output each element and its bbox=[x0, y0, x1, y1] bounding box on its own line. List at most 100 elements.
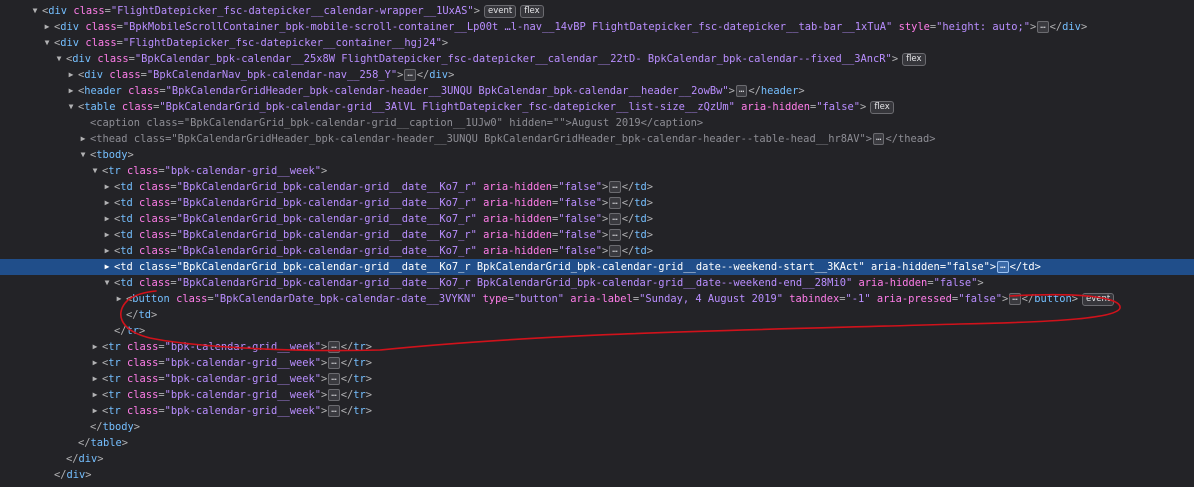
attribute-name[interactable]: class bbox=[109, 69, 140, 81]
collapse-triangle-right-icon[interactable]: ▶ bbox=[114, 291, 124, 307]
attribute-value[interactable]: "false" bbox=[558, 245, 602, 257]
attribute-value[interactable]: "BpkCalendarGrid_bpk-calendar-grid__date… bbox=[177, 261, 865, 273]
flex-badge[interactable]: flex bbox=[902, 52, 926, 66]
attribute-name[interactable]: class bbox=[127, 165, 158, 177]
attribute-value[interactable]: "BpkCalendarGrid_bpk-calendar-grid__date… bbox=[177, 181, 477, 193]
attribute-value[interactable]: "bpk-calendar-grid__week" bbox=[165, 341, 321, 353]
ellipsis-button[interactable]: … bbox=[328, 405, 340, 417]
attribute-value[interactable]: "bpk-calendar-grid__week" bbox=[165, 357, 321, 369]
markup-line[interactable]: ▶ <tr class="bpk-calendar-grid__week">… </… bbox=[0, 403, 1194, 419]
attribute-name[interactable]: aria-hidden bbox=[483, 229, 552, 241]
attribute-name[interactable]: class bbox=[176, 293, 207, 305]
ellipsis-button[interactable]: … bbox=[328, 341, 340, 353]
attribute-name[interactable]: class bbox=[128, 85, 159, 97]
attribute-name[interactable]: aria-hidden bbox=[741, 101, 810, 113]
collapse-triangle-right-icon[interactable]: ▶ bbox=[102, 179, 112, 195]
markup-line[interactable]: ▶ <header class="BpkCalendarGridHeader_bp… bbox=[0, 83, 1194, 99]
markup-line[interactable]: ▶ <thead class="BpkCalendarGridHeader_bpk… bbox=[0, 131, 1194, 147]
attribute-value[interactable]: "BpkCalendarGridHeader_bpk-calendar-head… bbox=[166, 85, 729, 97]
markup-line[interactable]: ▶ <td class="BpkCalendarGrid_bpk-calendar… bbox=[0, 179, 1194, 195]
ellipsis-button[interactable]: … bbox=[328, 373, 340, 385]
attribute-value[interactable]: "false" bbox=[934, 277, 978, 289]
expand-triangle-down-icon[interactable]: ▼ bbox=[90, 163, 100, 179]
collapse-triangle-right-icon[interactable]: ▶ bbox=[102, 227, 112, 243]
attribute-name[interactable]: class bbox=[73, 5, 104, 17]
attribute-value[interactable]: "Sunday, 4 August 2019" bbox=[639, 293, 783, 305]
attribute-name[interactable]: class bbox=[139, 197, 170, 209]
attribute-name[interactable]: style bbox=[899, 21, 930, 33]
attribute-value[interactable]: "FlightDatepicker_fsc-datepicker__calend… bbox=[111, 5, 474, 17]
expand-triangle-down-icon[interactable]: ▼ bbox=[30, 3, 40, 19]
expand-triangle-down-icon[interactable]: ▼ bbox=[102, 275, 112, 291]
attribute-value[interactable]: "BpkCalendarGrid_bpk-calendar-grid__3AlV… bbox=[159, 101, 735, 113]
attribute-name[interactable]: class bbox=[122, 101, 153, 113]
attribute-value[interactable]: "false" bbox=[958, 293, 1002, 305]
markup-line[interactable]: ▶ <td class="BpkCalendarGrid_bpk-calendar… bbox=[0, 211, 1194, 227]
markup-line[interactable]: </td> bbox=[0, 307, 1194, 323]
attribute-value[interactable]: "bpk-calendar-grid__week" bbox=[165, 405, 321, 417]
markup-line[interactable]: ▶ <tr class="bpk-calendar-grid__week">… </… bbox=[0, 387, 1194, 403]
markup-line[interactable]: ▶ <tr class="bpk-calendar-grid__week">… </… bbox=[0, 339, 1194, 355]
attribute-name[interactable]: class bbox=[139, 229, 170, 241]
markup-line[interactable]: </div> bbox=[0, 451, 1194, 467]
attribute-value[interactable]: "BpkCalendarGrid_bpk-calendar-grid__date… bbox=[177, 245, 477, 257]
collapse-triangle-right-icon[interactable]: ▶ bbox=[90, 371, 100, 387]
expand-triangle-down-icon[interactable]: ▼ bbox=[42, 35, 52, 51]
attribute-value[interactable]: "BpkCalendarGrid_bpk-calendar-grid__capt… bbox=[184, 117, 503, 129]
ellipsis-button[interactable]: … bbox=[873, 133, 885, 145]
markup-line[interactable]: ▼ <div class="FlightDatepicker_fsc-datepi… bbox=[0, 35, 1194, 51]
expand-triangle-down-icon[interactable]: ▼ bbox=[54, 51, 64, 67]
attribute-value[interactable]: "BpkCalendarGrid_bpk-calendar-grid__date… bbox=[177, 197, 477, 209]
markup-line[interactable]: ▼ <tr class="bpk-calendar-grid__week"> bbox=[0, 163, 1194, 179]
attribute-name[interactable]: class bbox=[127, 373, 158, 385]
attribute-name[interactable]: aria-hidden bbox=[871, 261, 940, 273]
attribute-name[interactable]: class bbox=[85, 21, 116, 33]
attribute-name[interactable]: aria-hidden bbox=[483, 181, 552, 193]
expand-triangle-down-icon[interactable]: ▼ bbox=[66, 99, 76, 115]
attribute-value[interactable]: "bpk-calendar-grid__week" bbox=[165, 373, 321, 385]
collapse-triangle-right-icon[interactable]: ▶ bbox=[102, 195, 112, 211]
ellipsis-button[interactable]: … bbox=[609, 197, 621, 209]
attribute-name[interactable]: aria-hidden bbox=[483, 213, 552, 225]
ellipsis-button[interactable]: … bbox=[609, 181, 621, 193]
attribute-name[interactable]: aria-hidden bbox=[858, 277, 927, 289]
collapse-triangle-right-icon[interactable]: ▶ bbox=[102, 243, 112, 259]
attribute-name[interactable]: class bbox=[134, 133, 165, 145]
attribute-name[interactable]: class bbox=[139, 277, 170, 289]
ellipsis-button[interactable]: … bbox=[328, 389, 340, 401]
markup-line[interactable]: ▶ <tr class="bpk-calendar-grid__week">… </… bbox=[0, 355, 1194, 371]
markup-line[interactable]: ▼ <table class="BpkCalendarGrid_bpk-calen… bbox=[0, 99, 1194, 115]
attribute-value[interactable]: "false" bbox=[558, 213, 602, 225]
attribute-name[interactable]: class bbox=[85, 37, 116, 49]
expand-triangle-down-icon[interactable]: ▼ bbox=[78, 147, 88, 163]
collapse-triangle-right-icon[interactable]: ▶ bbox=[90, 355, 100, 371]
attribute-value[interactable]: "BpkCalendarDate_bpk-calendar-date__3VYK… bbox=[214, 293, 477, 305]
attribute-name[interactable]: aria-pressed bbox=[877, 293, 952, 305]
ellipsis-button[interactable]: … bbox=[1037, 21, 1049, 33]
collapse-triangle-right-icon[interactable]: ▶ bbox=[42, 19, 52, 35]
attribute-name[interactable]: class bbox=[139, 245, 170, 257]
collapse-triangle-right-icon[interactable]: ▶ bbox=[66, 83, 76, 99]
attribute-name[interactable]: tabindex bbox=[789, 293, 839, 305]
ellipsis-button[interactable]: … bbox=[1009, 293, 1021, 305]
attribute-value[interactable]: "-1" bbox=[846, 293, 871, 305]
attribute-name[interactable]: class bbox=[127, 389, 158, 401]
attribute-value[interactable]: "BpkCalendarGrid_bpk-calendar-grid__date… bbox=[177, 213, 477, 225]
attribute-value[interactable]: "bpk-calendar-grid__week" bbox=[165, 165, 321, 177]
markup-line[interactable]: </tr> bbox=[0, 323, 1194, 339]
attribute-value[interactable]: "false" bbox=[558, 197, 602, 209]
attribute-name[interactable]: class bbox=[97, 53, 128, 65]
collapse-triangle-right-icon[interactable]: ▶ bbox=[90, 403, 100, 419]
collapse-triangle-right-icon[interactable]: ▶ bbox=[78, 131, 88, 147]
markup-line[interactable]: ▶ <td class="BpkCalendarGrid_bpk-calendar… bbox=[0, 195, 1194, 211]
attribute-name[interactable]: class bbox=[127, 341, 158, 353]
attribute-name[interactable]: class bbox=[127, 405, 158, 417]
markup-line[interactable]: </tbody> bbox=[0, 419, 1194, 435]
attribute-value[interactable]: "BpkCalendarGrid_bpk-calendar-grid__date… bbox=[177, 229, 477, 241]
attribute-value[interactable]: "BpkCalendar_bpk-calendar__25x8W FlightD… bbox=[135, 53, 892, 65]
attribute-name[interactable]: class bbox=[139, 181, 170, 193]
attribute-value[interactable]: "button" bbox=[514, 293, 564, 305]
attribute-value[interactable]: "BpkMobileScrollContainer_bpk-mobile-scr… bbox=[123, 21, 892, 33]
markup-line[interactable]: ▼ <div class="FlightDatepicker_fsc-datepi… bbox=[0, 3, 1194, 19]
attribute-value[interactable]: "false" bbox=[816, 101, 860, 113]
